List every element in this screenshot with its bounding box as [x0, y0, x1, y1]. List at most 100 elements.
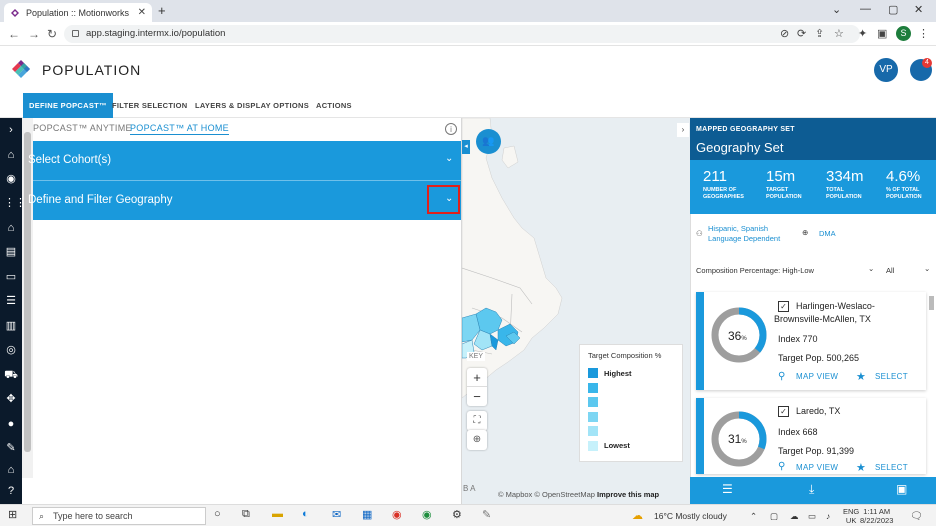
checklist-icon[interactable]: ☰ [4, 294, 18, 308]
list-icon[interactable]: ☰ [722, 482, 733, 496]
sidebar-icon[interactable]: ▣ [877, 27, 887, 40]
notification-center-icon[interactable]: 🗨 [910, 511, 923, 522]
share-icon[interactable]: ⇪ [815, 27, 824, 40]
save-icon[interactable]: ▣ [896, 482, 907, 496]
select-link[interactable]: SELECT [875, 463, 908, 472]
tray-network-icon[interactable]: ▭ [808, 511, 816, 522]
user-avatar[interactable]: VP [874, 58, 898, 82]
document-icon[interactable]: ▤ [4, 245, 18, 259]
new-tab-icon[interactable]: + [158, 3, 166, 18]
star-icon[interactable]: ☆ [834, 27, 844, 40]
chevron-down-icon[interactable]: ⌄ [868, 264, 874, 273]
tray-app-icon[interactable]: ▢ [770, 511, 778, 522]
billboard-icon[interactable]: ▭ [4, 270, 18, 284]
card-checkbox[interactable]: ✓ [778, 406, 789, 417]
nav-layers-display-options[interactable]: LAYERS & DISPLAY OPTIONS [195, 93, 309, 118]
map-view-link[interactable]: MAP VIEW [796, 372, 838, 381]
tab-popcast-at-home[interactable]: POPCAST™ AT HOME [130, 123, 229, 135]
minimize-icon[interactable]: — [860, 3, 871, 15]
cohort-tag-line2[interactable]: Language Dependent [708, 234, 798, 244]
right-panel-scroll-thumb[interactable] [929, 296, 934, 310]
info-icon[interactable]: i [445, 123, 457, 135]
zoom-in-button[interactable]: + [467, 368, 487, 387]
tray-cloud-icon[interactable]: ☁ [790, 511, 799, 522]
expand-map-icon[interactable]: › [677, 123, 689, 137]
tab-close-icon[interactable]: ✕ [138, 7, 146, 18]
fullscreen-icon[interactable]: ⛶ [467, 411, 487, 431]
download-icon[interactable]: ⤓ [809, 482, 814, 497]
volume-icon[interactable]: ♪ [826, 511, 830, 521]
menu-dots-icon[interactable]: ⋮ [918, 27, 929, 40]
star-icon[interactable]: ★ [856, 370, 866, 383]
map-key-label[interactable]: KEY [467, 352, 486, 361]
geography-card[interactable]: 31% ✓ Laredo, TX Index 668 Target Pop. 9… [696, 398, 926, 474]
mail-icon[interactable]: ✉ [332, 508, 341, 521]
reload-icon[interactable]: ↻ [47, 27, 57, 41]
route-icon[interactable]: ✥ [4, 392, 18, 406]
store-icon[interactable]: ▦ [362, 508, 372, 521]
car-icon[interactable]: ⛟ [4, 368, 18, 382]
geography-card[interactable]: 36% ✓ Harlingen-Weslaco- Brownsville-McA… [696, 292, 926, 390]
nav-actions[interactable]: ACTIONS [316, 93, 352, 118]
window-close-icon[interactable]: ✕ [914, 3, 923, 16]
nav-define-popcast[interactable]: DEFINE POPCAST™ [23, 93, 113, 118]
settings-gear-icon[interactable]: ⚙ [452, 508, 462, 521]
chrome-profile-icon[interactable]: ◉ [422, 508, 432, 521]
chrome-icon[interactable]: ◉ [392, 508, 402, 521]
translate-icon[interactable]: ⟳ [797, 27, 806, 40]
taskbar-clock[interactable]: 1:11 AM 8/22/2023 [860, 507, 893, 525]
browser-profile-avatar[interactable]: S [896, 26, 911, 41]
tray-chevron-up-icon[interactable]: ⌃ [750, 511, 757, 522]
taskbar-search-input[interactable]: ⌕ Type here to search [32, 507, 206, 525]
accordion-select-cohorts[interactable]: Select Cohort(s) ⌄ [28, 141, 461, 180]
back-icon[interactable]: ← [8, 27, 20, 41]
extensions-icon[interactable]: ✦ [858, 27, 867, 40]
help-icon[interactable]: ? [4, 484, 18, 498]
expand-rail-icon[interactable]: › [4, 123, 18, 137]
browser-tab[interactable]: Population :: Motionworks ✕ [4, 3, 152, 22]
chevron-down-icon[interactable]: ⌄ [924, 264, 930, 273]
tools-icon[interactable]: ✎ [4, 441, 18, 455]
target-icon[interactable]: ◎ [4, 343, 18, 357]
explore-icon[interactable]: ◉ [4, 172, 18, 186]
improve-map-link[interactable]: Improve this map [597, 490, 659, 499]
forward-icon[interactable]: → [28, 27, 40, 41]
chevron-down-icon[interactable]: ⌄ [832, 3, 841, 16]
windows-start-icon[interactable]: ⊞ [8, 508, 17, 521]
filter-select[interactable]: All [886, 266, 894, 275]
locate-icon[interactable]: ⊕ [467, 430, 487, 450]
home-alt-icon[interactable]: ⌂ [4, 463, 18, 477]
weather-text[interactable]: 16°C Mostly cloudy [654, 511, 727, 521]
left-panel-scroll-thumb[interactable] [24, 132, 31, 452]
language-indicator[interactable]: ENG UK [843, 507, 859, 525]
zoom-out-button[interactable]: − [467, 387, 487, 406]
widgets-icon[interactable]: ⧉ [242, 508, 250, 521]
app-icon[interactable]: ✎ [482, 508, 491, 521]
apps-grid-icon[interactable]: ⋮⋮ [4, 196, 26, 210]
home-icon[interactable]: ⌂ [4, 148, 18, 162]
file-explorer-icon[interactable]: ▬ [272, 508, 283, 520]
blocked-icon[interactable]: ⊘ [780, 27, 789, 40]
maximize-icon[interactable]: ▢ [888, 3, 898, 16]
bar-chart-icon[interactable]: ▥ [4, 319, 18, 333]
cohort-people-icon[interactable]: 👥 [476, 129, 501, 154]
select-link[interactable]: SELECT [875, 372, 908, 381]
url-input[interactable]: app.staging.intermx.io/population [64, 25, 860, 43]
map-pin-icon[interactable]: ⚲ [778, 371, 786, 382]
collapse-left-panel-icon[interactable]: ◂ [462, 140, 470, 154]
geography-type-tag[interactable]: DMA [819, 229, 836, 238]
card-checkbox[interactable]: ✓ [778, 301, 789, 312]
star-icon[interactable]: ★ [856, 461, 866, 474]
accordion-define-filter-geography[interactable]: Define and Filter Geography ⌄ [28, 181, 461, 220]
tab-popcast-anytime[interactable]: POPCAST™ ANYTIME [33, 123, 132, 133]
account-icon[interactable]: ● [4, 417, 18, 431]
edge-icon[interactable]: ◐ [302, 508, 309, 520]
sort-select[interactable]: Composition Percentage: High-Low [696, 266, 814, 275]
map-pin-icon[interactable]: ⚲ [778, 461, 786, 472]
cohort-tag-line1[interactable]: Hispanic, Spanish [708, 224, 798, 234]
attribution-text[interactable]: © Mapbox © OpenStreetMap [498, 490, 595, 499]
map-view-link[interactable]: MAP VIEW [796, 463, 838, 472]
nav-filter-selection[interactable]: FILTER SELECTION [112, 93, 188, 118]
task-view-icon[interactable]: ○ [214, 508, 221, 520]
building-icon[interactable]: ⌂ [4, 221, 18, 235]
